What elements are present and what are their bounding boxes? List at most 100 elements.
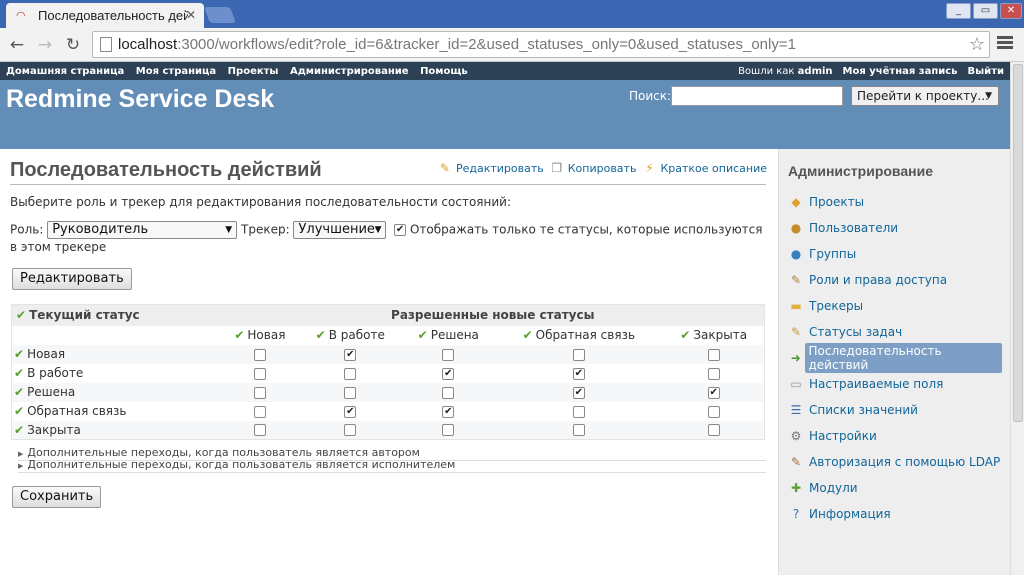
browser-toolbar: ← → ↻ localhost:3000/workflows/edit?role…: [0, 28, 1024, 62]
transition-checkbox[interactable]: ✔: [707, 386, 720, 399]
transition-cell: [221, 344, 299, 364]
sidebar-item[interactable]: ➜ Последовательность действий: [787, 343, 1002, 373]
transition-checkbox[interactable]: [253, 405, 266, 418]
transition-checkbox[interactable]: [572, 348, 585, 361]
top-menu-my-page[interactable]: Моя страница: [136, 66, 216, 77]
browser-tab[interactable]: ◠ Последовательность дей ✕: [6, 3, 204, 28]
sidebar-item[interactable]: ● Группы: [787, 241, 1002, 267]
edit-button[interactable]: Редактировать: [12, 268, 132, 290]
transition-cell: [663, 420, 765, 440]
sidebar-item[interactable]: ? Информация: [787, 501, 1002, 527]
extra-assignee-fieldset[interactable]: ▶ Дополнительные переходы, когда пользова…: [18, 459, 766, 473]
sidebar-item[interactable]: ☰ Списки значений: [787, 397, 1002, 423]
save-button[interactable]: Сохранить: [12, 486, 102, 508]
project-jump-select[interactable]: Перейти к проекту... ▼: [851, 86, 999, 106]
sidebar-item[interactable]: ● Пользователи: [787, 215, 1002, 241]
transition-checkbox[interactable]: [253, 348, 266, 361]
close-tab-icon[interactable]: ✕: [186, 8, 196, 22]
back-arrow-icon[interactable]: ←: [6, 34, 28, 56]
current-user-link[interactable]: admin: [798, 66, 833, 77]
browser-menu-icon[interactable]: [997, 36, 1013, 50]
summary-link[interactable]: ⚡ Краткое описание: [642, 161, 767, 175]
my-account-link[interactable]: Моя учётная запись: [843, 66, 958, 77]
maximize-icon[interactable]: ▭: [973, 3, 998, 19]
forward-arrow-icon[interactable]: →: [34, 34, 56, 56]
transition-checkbox[interactable]: [253, 367, 266, 380]
key-icon: ✎: [790, 273, 802, 287]
transition-checkbox[interactable]: [344, 367, 357, 380]
table-row: ✔ Новая ✔: [11, 344, 765, 364]
role-select[interactable]: Руководитель ▼: [47, 221, 238, 239]
ticket-icon: ▬: [790, 299, 802, 313]
check-icon[interactable]: ✔: [14, 347, 24, 361]
sidebar-item[interactable]: ✎ Статусы задач: [787, 319, 1002, 345]
transition-checkbox[interactable]: ✔: [442, 367, 455, 380]
close-window-icon[interactable]: ✕: [1000, 3, 1022, 19]
sidebar-item[interactable]: ✎ Авторизация с помощью LDAP: [787, 449, 1002, 475]
empty-header: [11, 325, 222, 345]
page-scrollbar[interactable]: [1010, 62, 1024, 575]
admin-menu: ◆ Проекты ● Пользователи ● Группы ✎ Роли и прав…: [787, 189, 1002, 527]
sidebar-item[interactable]: ✚ Модули: [787, 475, 1002, 501]
table-row: ✔ Решена ✔ ✔: [11, 382, 765, 402]
transition-checkbox[interactable]: [344, 386, 357, 399]
check-icon[interactable]: ✔: [16, 308, 26, 322]
column-header: ✔ Обратная связь: [494, 325, 664, 345]
check-icon[interactable]: ✔: [418, 328, 428, 342]
sidebar-item[interactable]: ▬ Трекеры: [787, 293, 1002, 319]
chevron-down-icon: ▼: [374, 225, 382, 235]
new-tab-button[interactable]: [204, 7, 236, 23]
transition-checkbox[interactable]: [344, 424, 357, 437]
sidebar-item[interactable]: ✎ Роли и права доступа: [787, 267, 1002, 293]
transition-checkbox[interactable]: [442, 424, 455, 437]
top-menu-projects[interactable]: Проекты: [228, 66, 279, 77]
check-icon[interactable]: ✔: [316, 328, 326, 342]
tracker-label: Трекер:: [241, 222, 290, 237]
search-input[interactable]: [671, 86, 843, 106]
top-menu-administration[interactable]: Администрирование: [290, 66, 409, 77]
current-status-header: ✔ Текущий статус: [11, 304, 222, 326]
table-row: ✔ Закрыта: [11, 420, 765, 440]
scrollbar-thumb[interactable]: [1013, 64, 1023, 422]
list-icon: ☰: [790, 403, 802, 417]
transition-checkbox[interactable]: ✔: [344, 405, 357, 418]
edit-link[interactable]: ✎ Редактировать: [438, 161, 544, 175]
check-icon[interactable]: ✔: [14, 404, 24, 418]
address-bar[interactable]: localhost:3000/workflows/edit?role_id=6&…: [92, 31, 990, 58]
sidebar-item[interactable]: ⚙ Настройки: [787, 423, 1002, 449]
check-icon[interactable]: ✔: [234, 328, 244, 342]
transition-checkbox[interactable]: [253, 424, 266, 437]
site-title[interactable]: Redmine Service Desk: [6, 85, 274, 114]
transition-checkbox[interactable]: [707, 348, 720, 361]
check-icon[interactable]: ✔: [523, 328, 533, 342]
transition-checkbox[interactable]: [253, 386, 266, 399]
transition-checkbox[interactable]: [707, 405, 720, 418]
transition-checkbox[interactable]: ✔: [572, 367, 585, 380]
transition-checkbox[interactable]: [572, 405, 585, 418]
check-icon[interactable]: ✔: [680, 328, 690, 342]
logout-link[interactable]: Выйти: [968, 66, 1004, 77]
transition-checkbox[interactable]: ✔: [344, 348, 357, 361]
check-icon[interactable]: ✔: [14, 366, 24, 380]
transition-checkbox[interactable]: [442, 348, 455, 361]
transition-checkbox[interactable]: [572, 424, 585, 437]
used-statuses-only-checkbox[interactable]: ✔: [394, 224, 407, 236]
check-icon[interactable]: ✔: [14, 423, 24, 437]
check-icon[interactable]: ✔: [14, 385, 24, 399]
sidebar-item[interactable]: ▭ Настраиваемые поля: [787, 371, 1002, 397]
transition-checkbox[interactable]: [707, 367, 720, 380]
transition-checkbox[interactable]: [442, 386, 455, 399]
transition-checkbox[interactable]: ✔: [442, 405, 455, 418]
minimize-icon[interactable]: _: [946, 3, 971, 19]
row-status-name: ✔ В работе: [11, 363, 222, 383]
filter-form: Роль: Руководитель ▼ Трекер: Улучшение ▼ ✔…: [10, 221, 770, 256]
bookmark-star-icon[interactable]: ☆: [969, 34, 985, 55]
top-menu-home[interactable]: Домашняя страница: [6, 66, 124, 77]
top-menu-help[interactable]: Помощь: [420, 66, 468, 77]
tracker-select[interactable]: Улучшение ▼: [293, 221, 387, 239]
sidebar-item[interactable]: ◆ Проекты: [787, 189, 1002, 215]
transition-checkbox[interactable]: ✔: [572, 386, 585, 399]
copy-link[interactable]: ❐ Копировать: [550, 161, 636, 175]
transition-checkbox[interactable]: [707, 424, 720, 437]
reload-icon[interactable]: ↻: [62, 34, 84, 56]
